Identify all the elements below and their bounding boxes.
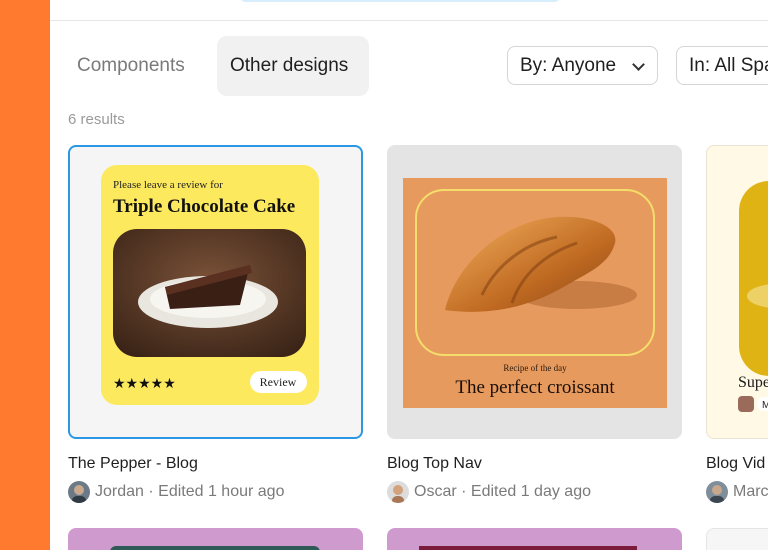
thumb-kicker: Please leave a review for <box>113 179 223 191</box>
left-accent-bar <box>0 0 50 550</box>
review-thumbnail: Please leave a review for Triple Chocola… <box>101 165 319 405</box>
author-name: Marc <box>733 483 768 500</box>
header-divider <box>50 20 768 21</box>
design-card[interactable] <box>387 528 682 550</box>
author-name: Oscar <box>414 483 457 500</box>
filter-in-label: In: All Spa <box>689 55 768 76</box>
thumb-heading: The perfect croissant <box>455 377 615 398</box>
avatar <box>68 481 90 503</box>
review-button: Review <box>260 375 297 389</box>
edited-time: · Edited 1 day ago <box>461 483 591 500</box>
thumb-heading: Supe <box>738 374 768 391</box>
rating-stars: ★★★★★ <box>113 375 176 391</box>
card-meta: Jordan · Edited 1 hour ago <box>95 483 284 501</box>
card-title[interactable]: The Pepper - Blog <box>68 455 198 473</box>
filter-by-label: By: Anyone <box>520 55 617 76</box>
avatar <box>387 481 409 503</box>
card-title[interactable]: Blog Top Nav <box>387 455 482 473</box>
author-name: Jordan <box>95 483 144 500</box>
thumb-kicker: Recipe of the day <box>503 363 567 373</box>
results-count: 6 results <box>68 111 125 128</box>
design-card-blog-video[interactable]: Supe M <box>706 145 768 439</box>
card-meta: Oscar · Edited 1 day ago <box>414 483 591 501</box>
edited-time: · Edited 1 hour ago <box>148 483 285 500</box>
thumb-badge: M <box>762 400 768 411</box>
thumb-heading: Triple Chocolate Cake <box>113 196 295 217</box>
croissant-thumbnail: Recipe of the day The perfect croissant <box>403 178 667 408</box>
chevron-down-icon <box>632 58 645 71</box>
design-card-blog-top-nav[interactable]: Recipe of the day The perfect croissant <box>387 145 682 439</box>
design-card[interactable] <box>68 528 363 550</box>
top-search-pill[interactable] <box>240 0 560 2</box>
filter-by-dropdown[interactable]: By: Anyone <box>507 46 658 85</box>
thumbnail-preview <box>110 546 320 550</box>
design-card[interactable] <box>706 528 768 550</box>
tab-other-designs[interactable]: Other designs <box>217 36 369 96</box>
avatar <box>706 481 728 503</box>
card-meta: Marc <box>733 483 768 501</box>
card-title[interactable]: Blog Vid <box>706 455 765 473</box>
design-card-the-pepper-blog[interactable]: Please leave a review for Triple Chocola… <box>68 145 363 439</box>
tab-components[interactable]: Components <box>64 36 216 96</box>
design-browser: Components Other designs By: Anyone In: … <box>50 0 768 550</box>
video-thumbnail: Supe M <box>738 181 768 412</box>
thumbnail-preview <box>419 546 637 550</box>
filter-in-dropdown[interactable]: In: All Spa <box>676 46 768 85</box>
